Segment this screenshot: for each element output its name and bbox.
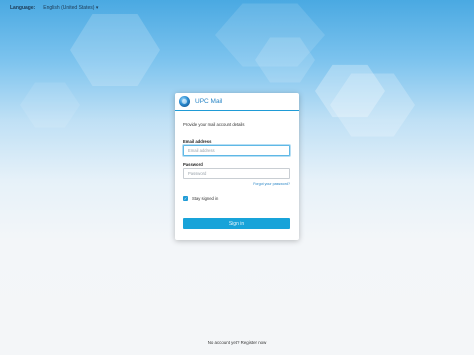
language-label: Language: (10, 5, 36, 11)
background-hexagon (70, 14, 160, 86)
card-title: UPC Mail (195, 98, 223, 105)
password-label: Password (183, 162, 203, 167)
no-account-text: No account yet? (207, 340, 240, 345)
stay-signed-in[interactable]: ✓ Stay signed in (183, 196, 218, 201)
background-hexagon (315, 64, 385, 118)
password-field[interactable] (183, 168, 290, 179)
language-bar: Language: English (United States) ▾ (10, 5, 98, 11)
background-hexagon (330, 73, 415, 137)
background-hexagon (255, 37, 315, 83)
forgot-password-link[interactable]: Forgot your password? (253, 182, 290, 186)
stay-signed-in-checkbox[interactable]: ✓ (183, 196, 188, 201)
card-header: UPC Mail (175, 93, 299, 111)
upc-logo-icon (179, 96, 190, 107)
checkmark-icon: ✓ (183, 195, 188, 201)
background-hexagon (215, 3, 325, 67)
chevron-down-icon: ▾ (95, 5, 99, 11)
email-field[interactable] (183, 145, 290, 156)
login-card: UPC Mail Provide your mail account detai… (175, 93, 299, 240)
sign-in-button[interactable]: Sign in (183, 218, 290, 229)
email-label: Email address (183, 139, 212, 144)
register-prompt: No account yet? Register now (0, 340, 474, 345)
background-hexagon (20, 82, 80, 128)
language-value: English (United States) (43, 5, 95, 11)
language-selector[interactable]: English (United States) ▾ (43, 5, 98, 11)
intro-text: Provide your mail account details (183, 122, 245, 127)
register-link[interactable]: Register now (241, 340, 267, 345)
stay-signed-in-label: Stay signed in (192, 196, 219, 201)
